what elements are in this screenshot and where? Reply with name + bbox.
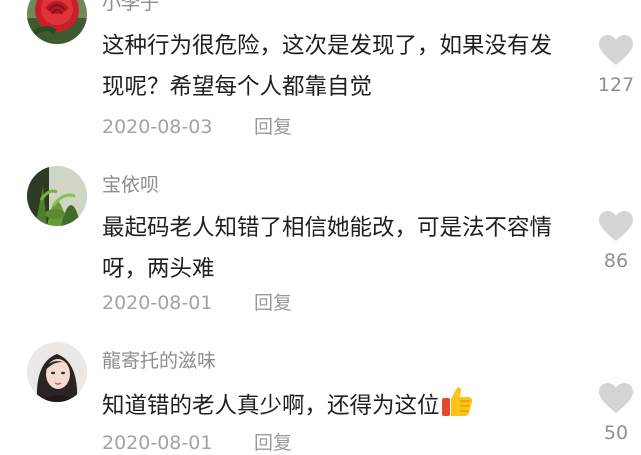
comment-text: 知道错的老人真少啊，还得为这位 bbox=[102, 384, 572, 427]
heart-icon[interactable] bbox=[598, 34, 634, 66]
reply-button[interactable]: 回复 bbox=[254, 116, 292, 138]
comment-meta: 2020-08-01 回复 bbox=[102, 428, 292, 455]
comment-meta: 2020-08-01 回复 bbox=[102, 288, 292, 315]
heart-icon[interactable] bbox=[598, 382, 634, 414]
comment-date: 2020-08-01 bbox=[102, 432, 213, 454]
reply-button[interactable]: 回复 bbox=[254, 292, 292, 314]
like-count: 50 bbox=[603, 422, 629, 444]
like-count: 127 bbox=[597, 74, 635, 96]
comment-date: 2020-08-03 bbox=[102, 116, 213, 138]
thumbs-up-icon bbox=[441, 387, 472, 416]
green-plant-avatar[interactable] bbox=[27, 166, 87, 226]
comment-text-content: 知道错的老人真少啊，还得为这位 bbox=[102, 393, 440, 419]
woman-portrait-avatar[interactable] bbox=[27, 342, 87, 402]
reply-button[interactable]: 回复 bbox=[254, 432, 292, 454]
like-button[interactable]: 86 bbox=[596, 210, 636, 272]
comment-username[interactable]: 宝依呗 bbox=[102, 170, 159, 197]
comment-text: 最起码老人知错了相信她能改，可是法不容情呀，两头难 bbox=[102, 215, 553, 282]
comment-username[interactable]: 龍寄托的滋味 bbox=[102, 346, 216, 373]
comment-meta: 2020-08-03 回复 bbox=[102, 112, 292, 139]
like-button[interactable]: 127 bbox=[596, 34, 636, 96]
heart-icon[interactable] bbox=[598, 210, 634, 242]
comment-username[interactable]: 小李子 bbox=[102, 0, 159, 15]
comment-list: 小李子 这种行为很危险，这次是发现了，如果没有发现呢？希望每个人都靠自觉 202… bbox=[0, 0, 641, 454]
red-rose-avatar[interactable] bbox=[27, 0, 87, 44]
comment-text: 这种行为很危险，这次是发现了，如果没有发现呢？希望每个人都靠自觉 bbox=[102, 33, 553, 100]
comment-date: 2020-08-01 bbox=[102, 292, 213, 314]
like-count: 86 bbox=[603, 250, 629, 272]
